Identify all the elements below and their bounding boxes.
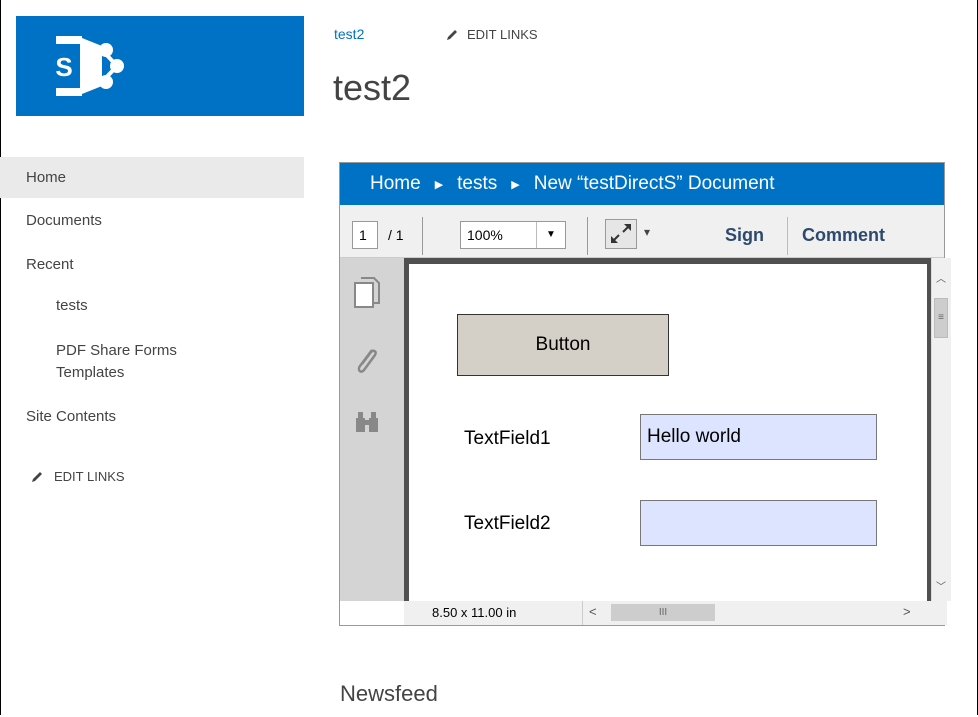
sign-button[interactable]: Sign (725, 225, 764, 246)
chevron-right-icon: ▶ (511, 178, 520, 191)
textfield1-input[interactable]: Hello world (640, 414, 877, 460)
nav-item-recent[interactable]: Recent (0, 256, 74, 273)
nav-item-pdf-templates[interactable]: PDF Share Forms Templates (0, 340, 230, 384)
pdf-viewer: Home ▶ tests ▶ New “testDirectS” Documen… (339, 162, 951, 626)
document-page: Button TextField1 Hello world TextField2 (409, 264, 927, 601)
page-title: test2 (333, 67, 412, 108)
svg-text:S: S (55, 52, 72, 82)
viewer-toolbar: 1 / 1 100% ▼ ▾ Sign Comment (340, 205, 944, 258)
toolbar-divider (787, 217, 788, 255)
chevron-right-icon: ▶ (434, 178, 444, 191)
textfield2-input[interactable] (640, 500, 877, 546)
zoom-value: 100% (467, 227, 503, 243)
hscroll-thumb[interactable]: III (611, 604, 715, 621)
page-number-input[interactable]: 1 (352, 221, 378, 249)
horizontal-scrollbar[interactable]: < III > (582, 601, 947, 625)
pencil-icon (447, 29, 457, 40)
edit-links-top-label: EDIT LINKS (467, 27, 538, 42)
vertical-scrollbar[interactable]: ︿ ≡ ﹀ (931, 258, 951, 601)
viewer-breadcrumb: Home ▶ tests ▶ New “testDirectS” Documen… (340, 163, 944, 205)
newsfeed-heading: Newsfeed (340, 681, 438, 706)
sharepoint-logo[interactable]: S (16, 16, 304, 116)
edit-links-top[interactable]: EDIT LINKS (445, 27, 538, 42)
scroll-right-icon[interactable]: > (903, 604, 911, 619)
nav-item-documents[interactable]: Documents (0, 212, 102, 229)
expand-icon (611, 224, 631, 243)
page-size-label: 8.50 x 11.00 in (432, 605, 517, 620)
nav-item-home[interactable]: Home (0, 157, 304, 198)
scroll-thumb[interactable]: ≡ (934, 298, 948, 338)
zoom-select[interactable]: 100% ▼ (460, 221, 566, 249)
nav-item-site-contents[interactable]: Site Contents (0, 408, 116, 425)
nav-item-tests[interactable]: tests (0, 297, 88, 314)
toolbar-divider (422, 217, 423, 255)
fit-page-button[interactable] (605, 219, 637, 249)
chevron-down-icon[interactable]: ▼ (536, 222, 565, 248)
textfield1-label: TextField1 (464, 428, 551, 449)
more-options-icon[interactable]: ▾ (644, 225, 650, 239)
viewer-sidebar (340, 258, 404, 601)
viewer-bc-home[interactable]: Home (370, 173, 421, 195)
binoculars-icon[interactable] (352, 408, 382, 438)
viewer-bc-tests[interactable]: tests (457, 173, 497, 195)
breadcrumb-site[interactable]: test2 (334, 26, 364, 42)
form-button[interactable]: Button (457, 314, 669, 376)
edit-links-nav[interactable]: EDIT LINKS (0, 469, 125, 484)
scroll-left-icon[interactable]: < (589, 604, 597, 619)
pages-icon[interactable] (352, 276, 382, 310)
viewer-bc-document: New “testDirectS” Document (533, 173, 775, 194)
edit-links-nav-label: EDIT LINKS (54, 469, 125, 484)
toolbar-divider (587, 217, 588, 255)
comment-button[interactable]: Comment (802, 225, 885, 246)
page-total: / 1 (388, 227, 404, 243)
paperclip-icon[interactable] (352, 344, 382, 378)
scroll-up-icon[interactable]: ︿ (936, 270, 946, 285)
textfield2-label: TextField2 (464, 513, 551, 534)
document-area: Button TextField1 Hello world TextField2 (404, 258, 931, 601)
pencil-icon (32, 471, 42, 482)
status-bar: 8.50 x 11.00 in < III > (404, 601, 947, 625)
scroll-down-icon[interactable]: ﹀ (936, 578, 946, 593)
